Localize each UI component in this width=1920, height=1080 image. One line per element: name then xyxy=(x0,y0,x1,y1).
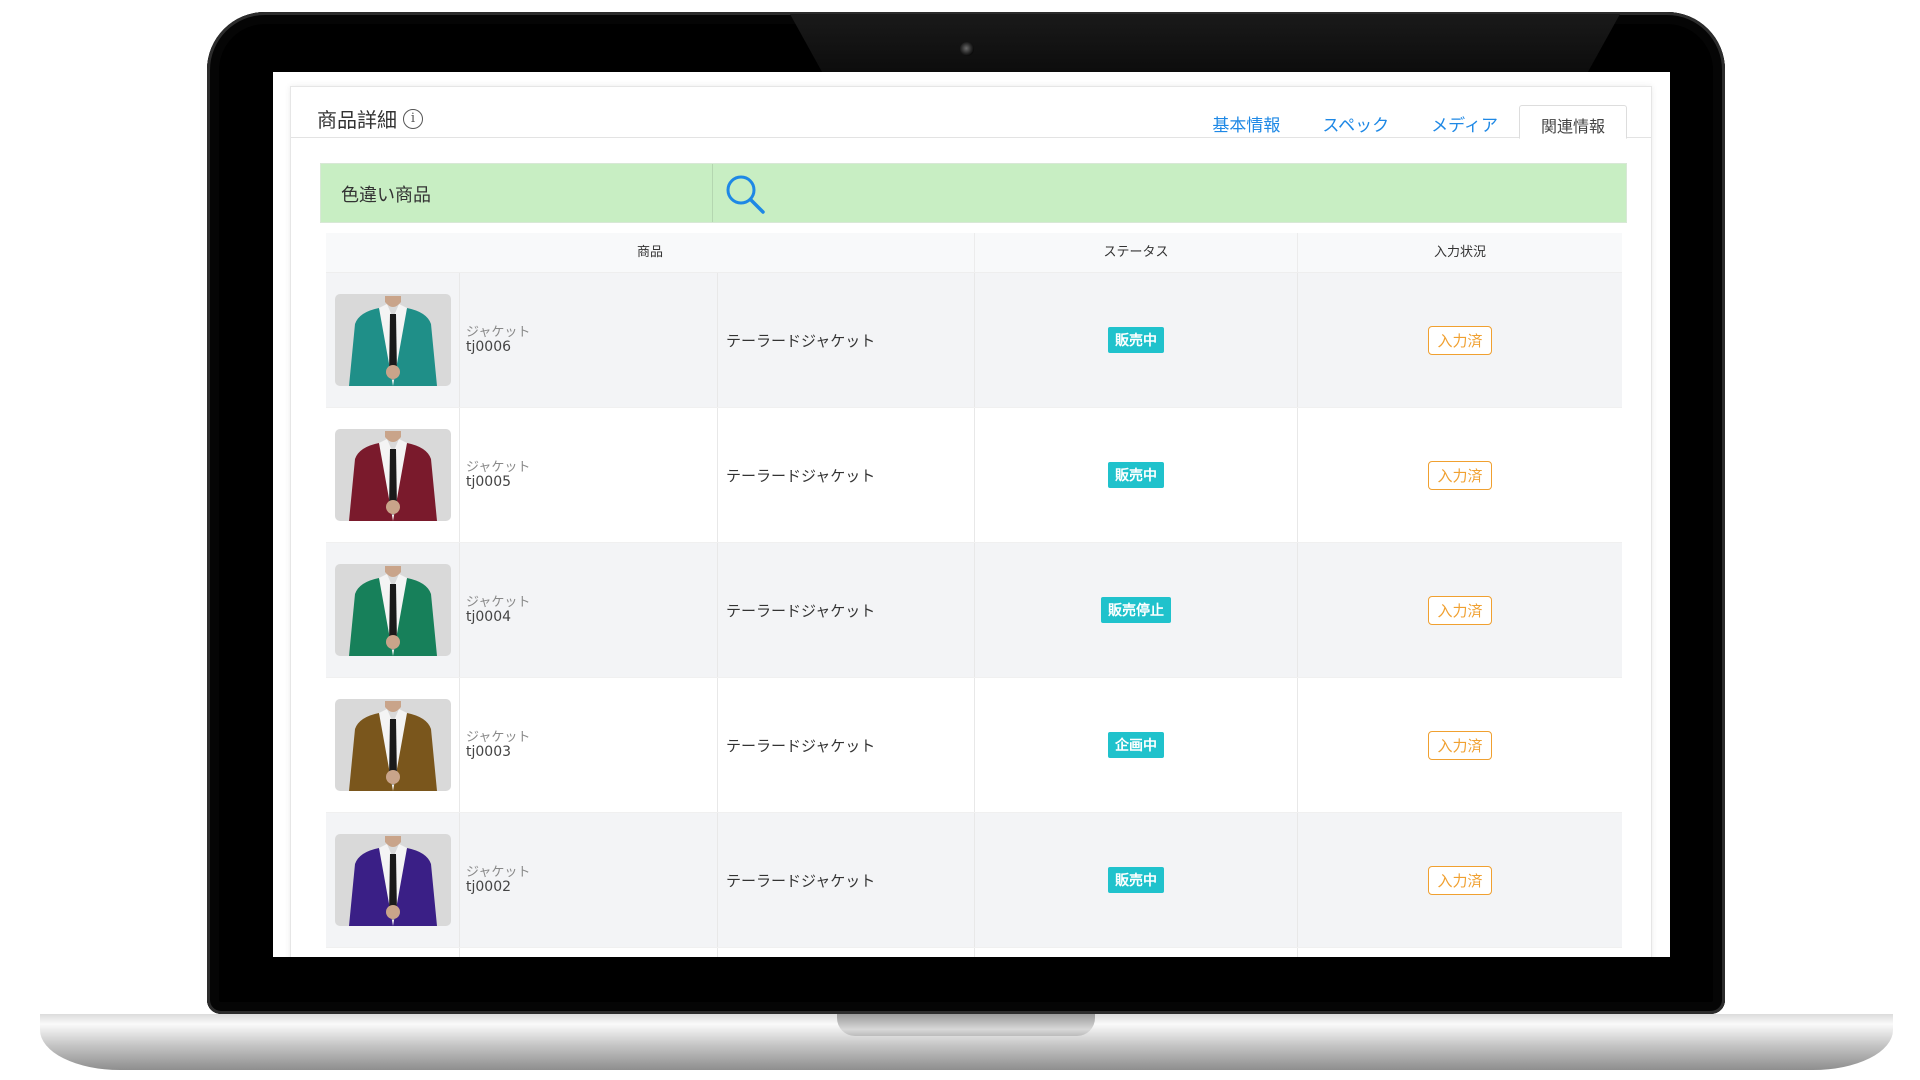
table-row[interactable]: ジャケット tj0002 テーラードジャケット 販売中 入力済 xyxy=(326,813,1622,948)
product-code[interactable]: tj0003 xyxy=(466,744,511,760)
column-header-status[interactable]: ステータス xyxy=(975,233,1298,272)
product-name: テーラードジャケット xyxy=(718,408,975,542)
status-badge: 販売中 xyxy=(1108,462,1164,488)
tab-related-info[interactable]: 関連情報 xyxy=(1518,105,1627,139)
input-status-cell: 入力済 xyxy=(1298,273,1622,407)
page-title-text: 商品詳細 xyxy=(317,108,397,132)
page-title: 商品詳細 i xyxy=(317,104,423,133)
laptop-base-notch xyxy=(837,1014,1095,1036)
status-badge: 販売中 xyxy=(1108,327,1164,353)
table-row[interactable]: ジャケット tj0005 テーラードジャケット 販売中 入力済 xyxy=(326,408,1622,543)
column-header-product[interactable]: 商品 xyxy=(326,233,975,272)
product-code-cell: ジャケット tj0004 xyxy=(460,543,718,677)
product-code[interactable]: tj0004 xyxy=(466,609,511,625)
table-header: 商品 ステータス 入力状況 xyxy=(326,233,1622,273)
input-status-cell: 入力済 xyxy=(1298,543,1622,677)
variant-table: 商品 ステータス 入力状況 ジャケット tj0006 テーラードジャケット 販売… xyxy=(326,233,1622,957)
tab-bar: 基本情報 スペック メディア 関連情報 xyxy=(1191,105,1627,139)
laptop-screen: 商品詳細 i 基本情報 スペック メディア 関連情報 色違い商品 商品 ステータ… xyxy=(273,72,1670,957)
search-icon[interactable] xyxy=(723,172,767,216)
product-type: ジャケット xyxy=(466,864,531,880)
thumbnail-cell xyxy=(326,408,460,542)
status-cell: 販売停止 xyxy=(975,543,1298,677)
input-status-badge: 入力済 xyxy=(1428,730,1492,760)
input-status-badge: 入力済 xyxy=(1428,460,1492,490)
product-thumbnail[interactable] xyxy=(334,429,451,521)
product-name: テーラードジャケット xyxy=(718,678,975,812)
thumbnail-cell xyxy=(326,678,460,812)
webcam-icon xyxy=(960,42,974,56)
tab-basic-info[interactable]: 基本情報 xyxy=(1191,105,1301,139)
product-code-cell: ジャケット tj0006 xyxy=(460,273,718,407)
input-status-badge: 入力済 xyxy=(1428,595,1492,625)
product-thumbnail[interactable] xyxy=(334,564,451,656)
status-cell: 販売中 xyxy=(975,813,1298,947)
product-code-cell: ジャケット tj0005 xyxy=(460,408,718,542)
input-status-cell: 入力済 xyxy=(1298,678,1622,812)
thumbnail-cell xyxy=(326,813,460,947)
tab-media[interactable]: メディア xyxy=(1410,105,1519,139)
laptop-bezel-top xyxy=(790,14,1620,74)
status-badge: 販売停止 xyxy=(1101,597,1171,623)
table-row[interactable]: ジャケット tj0006 テーラードジャケット 販売中 入力済 xyxy=(326,273,1622,408)
table-row[interactable]: ジャケット tj0004 テーラードジャケット 販売停止 入力済 xyxy=(326,543,1622,678)
product-code[interactable]: tj0002 xyxy=(466,879,511,895)
product-thumbnail[interactable] xyxy=(334,294,451,386)
thumbnail-cell xyxy=(326,273,460,407)
panel-header: 商品詳細 i 基本情報 スペック メディア 関連情報 xyxy=(291,87,1651,139)
product-name: テーラードジャケット xyxy=(718,543,975,677)
product-detail-panel: 商品詳細 i 基本情報 スペック メディア 関連情報 色違い商品 商品 ステータ… xyxy=(290,86,1652,957)
search-label: 色違い商品 xyxy=(321,164,713,222)
product-thumbnail[interactable] xyxy=(334,834,451,926)
product-code[interactable]: tj0006 xyxy=(466,339,511,355)
input-status-badge: 入力済 xyxy=(1428,865,1492,895)
status-cell: 販売中 xyxy=(975,273,1298,407)
input-status-cell: 入力済 xyxy=(1298,813,1622,947)
product-type: ジャケット xyxy=(466,324,531,340)
status-badge: 販売中 xyxy=(1108,867,1164,893)
status-badge: 企画中 xyxy=(1108,732,1164,758)
product-type: ジャケット xyxy=(466,594,531,610)
input-status-badge: 入力済 xyxy=(1428,325,1492,355)
product-type: ジャケット xyxy=(466,729,531,745)
input-status-cell: 入力済 xyxy=(1298,408,1622,542)
product-thumbnail[interactable] xyxy=(334,699,451,791)
status-cell: 販売中 xyxy=(975,408,1298,542)
thumbnail-cell xyxy=(326,543,460,677)
color-variant-search-bar: 色違い商品 xyxy=(320,163,1627,223)
table-row[interactable]: ジャケット tj0003 テーラードジャケット 企画中 入力済 xyxy=(326,678,1622,813)
product-name: テーラードジャケット xyxy=(718,813,975,947)
column-header-input-status[interactable]: 入力状況 xyxy=(1298,233,1622,272)
product-type: ジャケット xyxy=(466,459,531,475)
info-icon[interactable]: i xyxy=(403,108,423,129)
product-code-cell: ジャケット tj0002 xyxy=(460,813,718,947)
product-code-cell: ジャケット tj0003 xyxy=(460,678,718,812)
product-name: テーラードジャケット xyxy=(718,273,975,407)
table-row-partial xyxy=(326,948,1622,957)
status-cell: 企画中 xyxy=(975,678,1298,812)
tab-spec[interactable]: スペック xyxy=(1301,105,1410,139)
product-code[interactable]: tj0005 xyxy=(466,474,511,490)
